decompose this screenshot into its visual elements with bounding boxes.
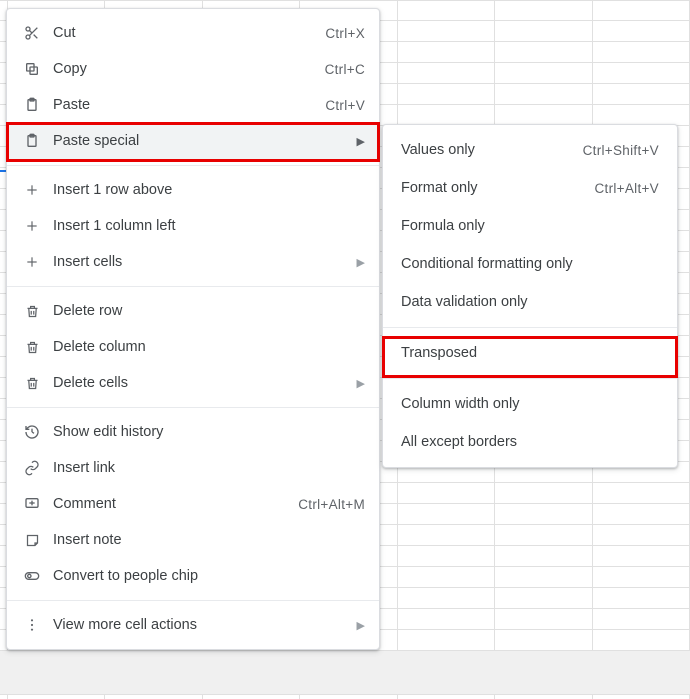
menu-item-people-chip[interactable]: Convert to people chip — [7, 558, 379, 594]
submenu-item-format-only[interactable]: Format only Ctrl+Alt+V — [383, 169, 677, 207]
comment-icon — [21, 496, 43, 512]
chevron-right-icon: ▶ — [351, 135, 365, 148]
menu-item-delete-cells[interactable]: Delete cells ▶ — [7, 365, 379, 401]
menu-label: Insert 1 row above — [43, 182, 365, 198]
menu-label: Data validation only — [401, 294, 659, 310]
menu-item-delete-row[interactable]: Delete row — [7, 293, 379, 329]
trash-icon — [21, 304, 43, 319]
menu-item-insert-col-left[interactable]: Insert 1 column left — [7, 208, 379, 244]
chevron-right-icon: ▶ — [351, 619, 365, 632]
copy-icon — [21, 61, 43, 77]
submenu-item-conditional-formatting-only[interactable]: Conditional formatting only — [383, 245, 677, 283]
submenu-item-transposed[interactable]: Transposed — [383, 334, 677, 372]
menu-item-insert-link[interactable]: Insert link — [7, 450, 379, 486]
menu-item-edit-history[interactable]: Show edit history — [7, 414, 379, 450]
menu-item-copy[interactable]: Copy Ctrl+C — [7, 51, 379, 87]
menu-item-more-actions[interactable]: View more cell actions ▶ — [7, 607, 379, 643]
scissors-icon — [21, 25, 43, 41]
separator — [7, 407, 379, 408]
submenu-item-formula-only[interactable]: Formula only — [383, 207, 677, 245]
menu-item-insert-cells[interactable]: Insert cells ▶ — [7, 244, 379, 280]
menu-label: Paste — [43, 97, 325, 113]
plus-icon — [21, 255, 43, 269]
menu-shortcut: Ctrl+Alt+M — [298, 497, 365, 512]
submenu-item-values-only[interactable]: Values only Ctrl+Shift+V — [383, 131, 677, 169]
menu-label: Delete column — [43, 339, 365, 355]
submenu-item-all-except-borders[interactable]: All except borders — [383, 423, 677, 461]
menu-label: Insert note — [43, 532, 365, 548]
link-icon — [21, 460, 43, 476]
menu-label: Conditional formatting only — [401, 256, 659, 272]
more-vertical-icon — [21, 617, 43, 633]
separator — [7, 165, 379, 166]
chevron-right-icon: ▶ — [351, 377, 365, 390]
person-chip-icon — [21, 568, 43, 584]
note-icon — [21, 533, 43, 548]
menu-item-insert-note[interactable]: Insert note — [7, 522, 379, 558]
menu-label: All except borders — [401, 434, 659, 450]
trash-icon — [21, 376, 43, 391]
menu-item-delete-column[interactable]: Delete column — [7, 329, 379, 365]
menu-label: Copy — [43, 61, 325, 77]
menu-label: Values only — [401, 142, 583, 158]
plus-icon — [21, 183, 43, 197]
separator — [383, 378, 677, 379]
clipboard-icon — [21, 133, 43, 149]
separator — [7, 286, 379, 287]
menu-label: Transposed — [401, 345, 659, 361]
menu-label: Formula only — [401, 218, 659, 234]
chevron-right-icon: ▶ — [351, 256, 365, 269]
paste-special-submenu: Values only Ctrl+Shift+V Format only Ctr… — [382, 124, 678, 468]
menu-label: View more cell actions — [43, 617, 351, 633]
menu-label: Paste special — [43, 133, 351, 149]
menu-label: Comment — [43, 496, 298, 512]
clipboard-icon — [21, 97, 43, 113]
menu-shortcut: Ctrl+Shift+V — [583, 143, 659, 158]
menu-label: Format only — [401, 180, 594, 196]
menu-label: Show edit history — [43, 424, 365, 440]
trash-icon — [21, 340, 43, 355]
menu-label: Delete cells — [43, 375, 351, 391]
menu-label: Column width only — [401, 396, 659, 412]
history-icon — [21, 424, 43, 440]
menu-label: Insert cells — [43, 254, 351, 270]
separator — [383, 327, 677, 328]
menu-item-insert-row-above[interactable]: Insert 1 row above — [7, 172, 379, 208]
menu-shortcut: Ctrl+V — [325, 98, 365, 113]
submenu-item-data-validation-only[interactable]: Data validation only — [383, 283, 677, 321]
menu-label: Convert to people chip — [43, 568, 365, 584]
menu-label: Cut — [43, 25, 325, 41]
menu-shortcut: Ctrl+C — [325, 62, 365, 77]
plus-icon — [21, 219, 43, 233]
menu-label: Delete row — [43, 303, 365, 319]
submenu-item-column-width-only[interactable]: Column width only — [383, 385, 677, 423]
menu-item-cut[interactable]: Cut Ctrl+X — [7, 15, 379, 51]
menu-item-paste-special[interactable]: Paste special ▶ — [7, 123, 379, 159]
menu-item-comment[interactable]: Comment Ctrl+Alt+M — [7, 486, 379, 522]
menu-shortcut: Ctrl+X — [325, 26, 365, 41]
context-menu: Cut Ctrl+X Copy Ctrl+C Paste Ctrl+V Past… — [6, 8, 380, 650]
menu-item-paste[interactable]: Paste Ctrl+V — [7, 87, 379, 123]
menu-label: Insert 1 column left — [43, 218, 365, 234]
menu-label: Insert link — [43, 460, 365, 476]
separator — [7, 600, 379, 601]
menu-shortcut: Ctrl+Alt+V — [594, 181, 659, 196]
